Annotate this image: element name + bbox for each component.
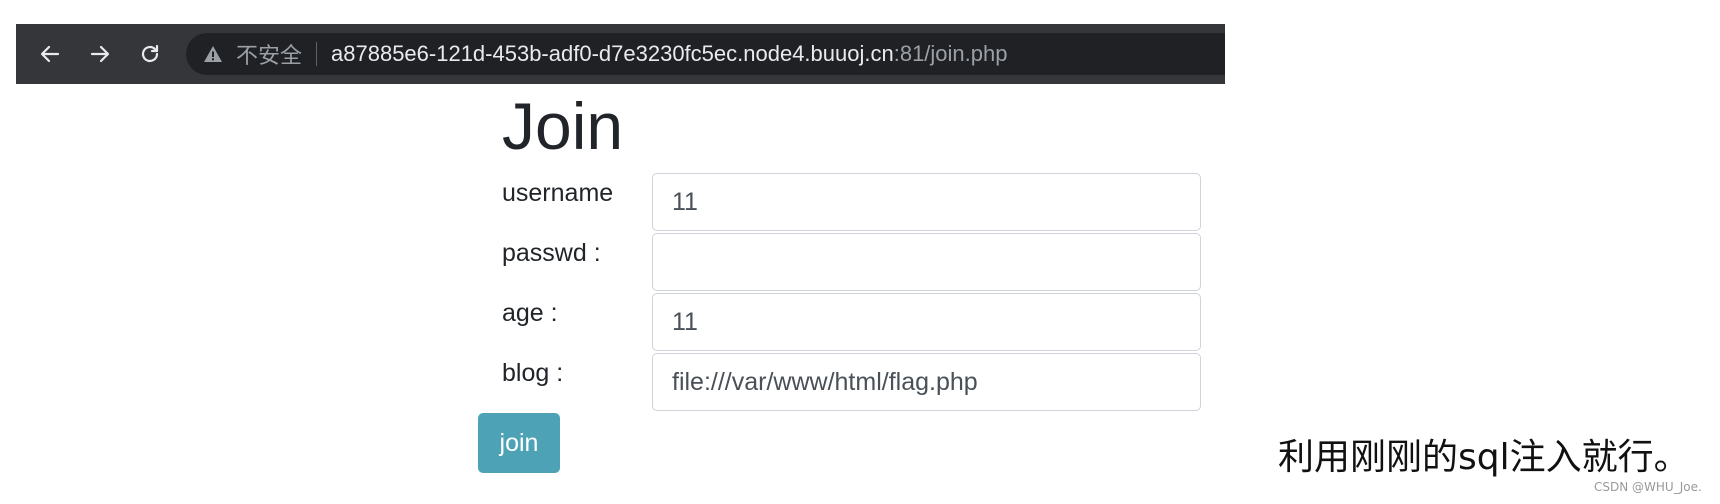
age-label: age : bbox=[502, 299, 558, 327]
blog-label: blog : bbox=[502, 359, 564, 387]
reload-icon bbox=[141, 44, 159, 63]
annotation-note: 利用刚刚的sql注入就行。 bbox=[1278, 437, 1690, 478]
url-host: a87885e6-121d-453b-adf0-d7e3230fc5ec.nod… bbox=[331, 41, 894, 66]
arrow-right-icon bbox=[90, 45, 110, 63]
page-title: Join bbox=[502, 89, 624, 163]
age-input[interactable] bbox=[652, 293, 1201, 351]
blog-input[interactable] bbox=[652, 353, 1201, 411]
join-button[interactable]: join bbox=[478, 413, 560, 473]
username-input[interactable] bbox=[652, 173, 1201, 231]
forward-button[interactable] bbox=[84, 38, 116, 70]
browser-toolbar: 不安全 a87885e6-121d-453b-adf0-d7e3230fc5ec… bbox=[16, 24, 1225, 84]
omnibox-divider bbox=[316, 42, 318, 66]
url-path: :81/join.php bbox=[893, 41, 1008, 66]
reload-button[interactable] bbox=[134, 38, 166, 70]
security-label: 不安全 bbox=[236, 44, 303, 69]
watermark: CSDN @WHU_Joe. bbox=[1594, 480, 1702, 494]
back-button[interactable] bbox=[34, 38, 66, 70]
address-bar[interactable]: 不安全 a87885e6-121d-453b-adf0-d7e3230fc5ec… bbox=[186, 33, 1225, 75]
passwd-input[interactable] bbox=[652, 233, 1201, 291]
arrow-left-icon bbox=[40, 45, 60, 63]
passwd-label: passwd : bbox=[502, 239, 601, 267]
username-label: username bbox=[502, 179, 614, 207]
warning-triangle-icon[interactable] bbox=[202, 43, 224, 65]
